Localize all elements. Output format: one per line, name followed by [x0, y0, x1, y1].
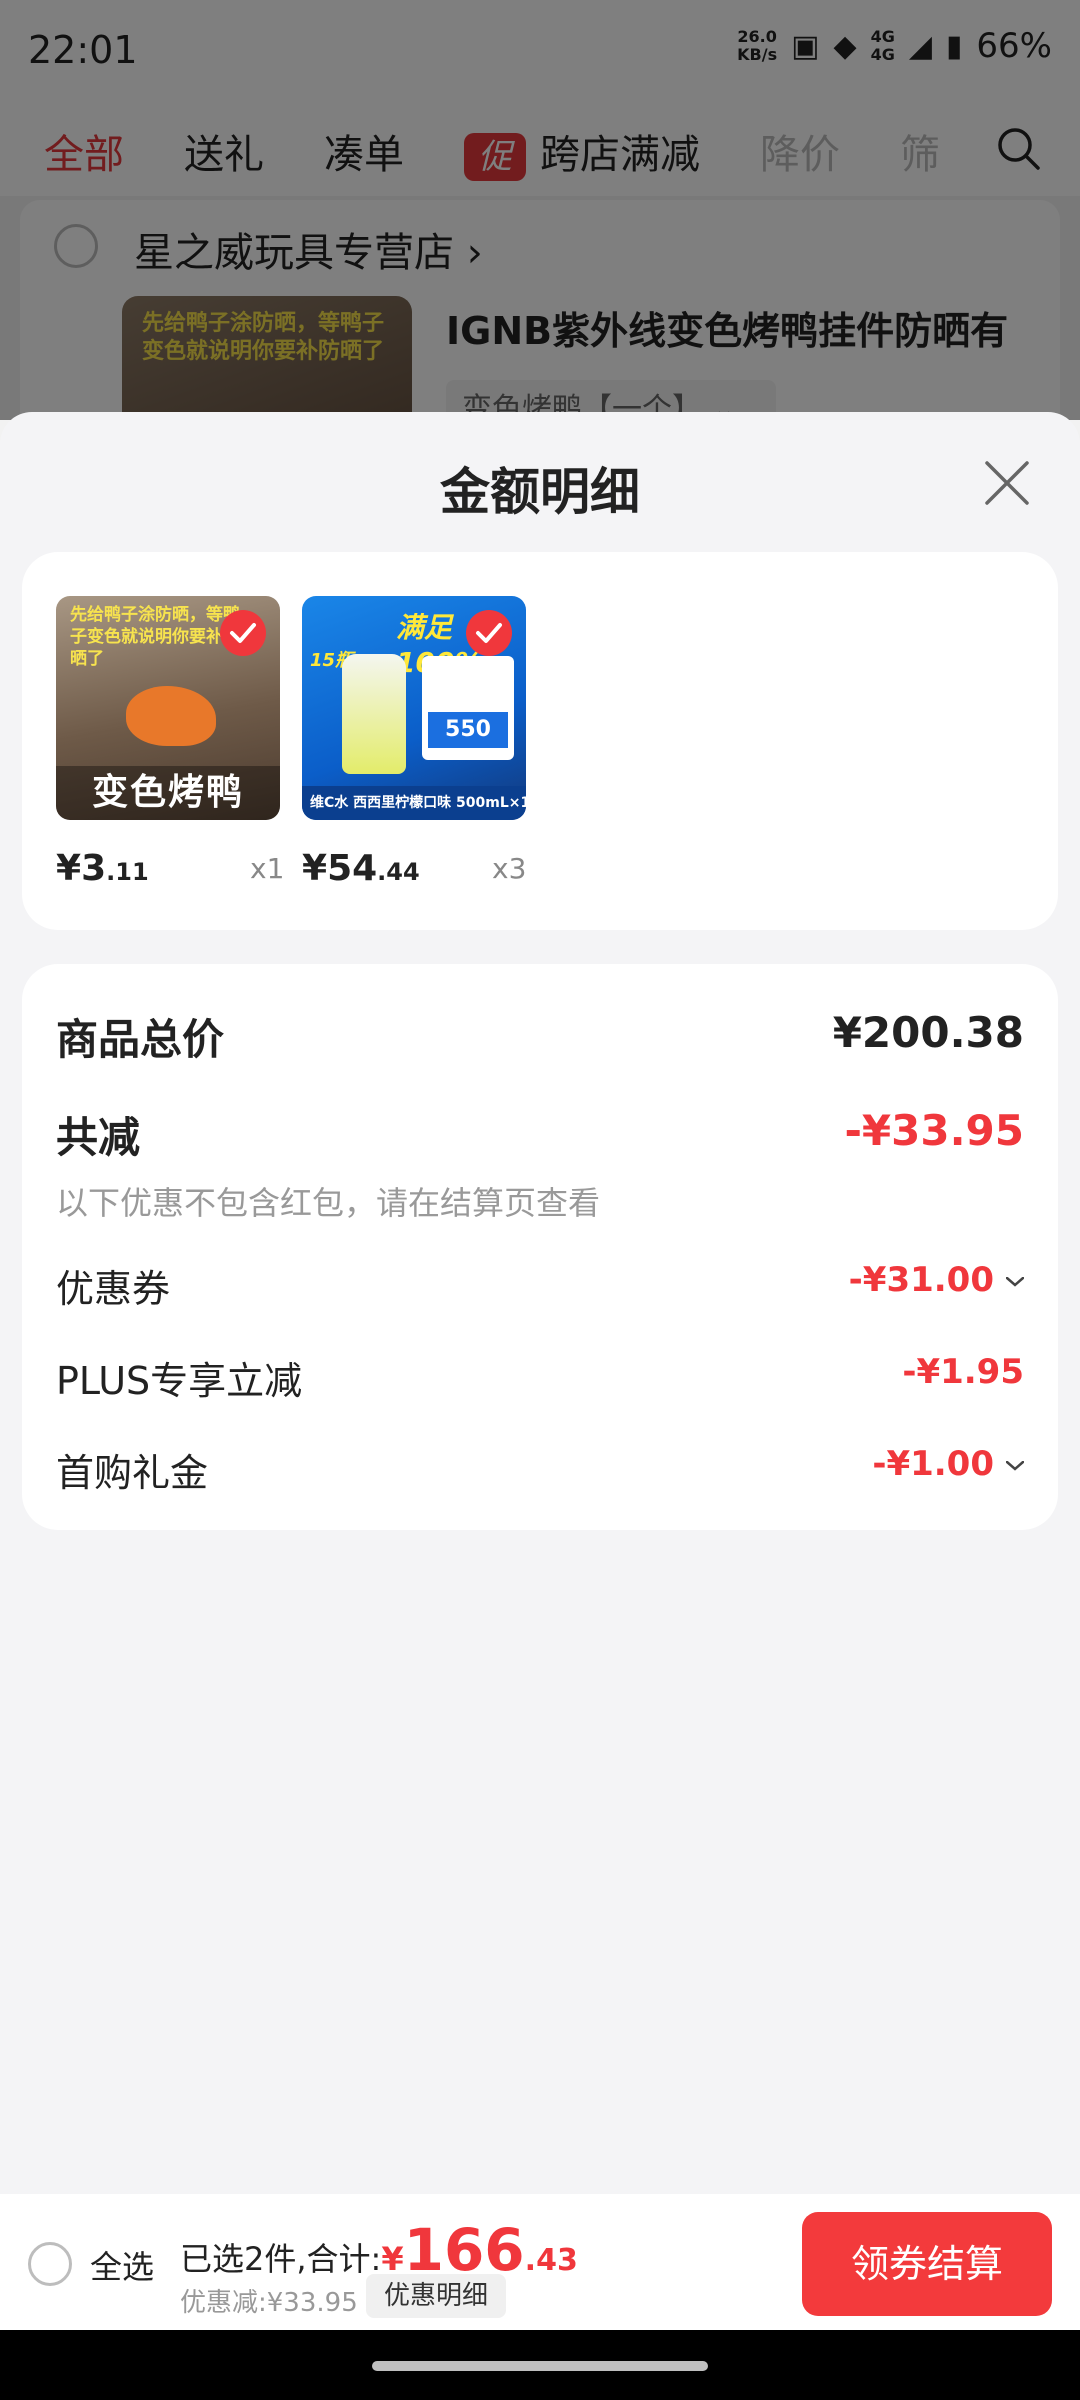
amount-detail-sheet: 金额明细 先给鸭子涂防晒，等鸭子变色就说明你要补防晒了 变色烤鸭 ¥3.11 x…	[0, 412, 1080, 2194]
item-image-label: 维C水 西西里柠檬口味 500mL×15瓶	[302, 786, 526, 820]
checkout-button[interactable]: 领券结算	[802, 2212, 1052, 2316]
item-quantity: x3	[492, 852, 527, 885]
total-reduction-label: 共减	[56, 1113, 141, 1162]
item-thumbnail-vitamin-water[interactable]: 满足100% 15瓶 550 维C水 西西里柠檬口味 500mL×15瓶	[302, 596, 526, 820]
item-thumbnail-duck[interactable]: 先给鸭子涂防晒，等鸭子变色就说明你要补防晒了 变色烤鸭	[56, 596, 280, 820]
chevron-down-icon	[1006, 1276, 1024, 1287]
coupon-value: -¥31.00	[848, 1260, 994, 1300]
first-purchase-row[interactable]: -¥1.00	[872, 1444, 1024, 1484]
discount-summary: 优惠减:¥33.95	[180, 2288, 358, 2318]
discount-note: 以下优惠不包含红包，请在结算页查看	[56, 1184, 601, 1222]
coupon-row[interactable]: -¥31.00	[849, 1260, 1024, 1300]
first-purchase-value: -¥1.00	[872, 1444, 994, 1484]
home-indicator[interactable]	[372, 2361, 708, 2371]
chevron-down-icon	[1006, 1460, 1024, 1471]
item-quantity: x1	[250, 852, 285, 885]
bottle-figure	[342, 654, 406, 774]
total-price-value: ¥200.38	[832, 1008, 1024, 1057]
coupon-label: 优惠券	[56, 1267, 171, 1311]
check-icon	[466, 610, 512, 656]
item-price: ¥54.44	[302, 848, 420, 889]
total-price-label: 商品总价	[56, 1015, 225, 1064]
selected-items-card: 先给鸭子涂防晒，等鸭子变色就说明你要补防晒了 变色烤鸭 ¥3.11 x1 满足1…	[22, 552, 1058, 930]
sheet-title: 金额明细	[440, 463, 640, 521]
item-image-label: 变色烤鸭	[56, 766, 280, 820]
dim-overlay[interactable]	[0, 0, 1080, 420]
amount-breakdown-card: 商品总价 ¥200.38 共减 -¥33.95 以下优惠不包含红包，请在结算页查…	[22, 964, 1058, 1530]
plus-discount-value: -¥1.95	[902, 1352, 1024, 1392]
select-all-radio[interactable]	[28, 2242, 72, 2286]
system-nav-bar	[0, 2330, 1080, 2400]
discount-detail-button[interactable]: 优惠明细	[366, 2274, 507, 2318]
item-price: ¥3.11	[56, 848, 149, 889]
checkout-bar: 全选 已选2件,合计:¥166.43 优惠减:¥33.95 优惠明细 领券结算	[0, 2194, 1080, 2330]
check-icon	[220, 610, 266, 656]
close-icon[interactable]	[982, 458, 1032, 508]
duck-figure	[126, 686, 216, 746]
plus-discount-label: PLUS专享立减	[56, 1359, 303, 1403]
total-reduction-value: -¥33.95	[844, 1106, 1024, 1155]
select-all-label[interactable]: 全选	[90, 2242, 154, 2288]
first-purchase-label: 首购礼金	[56, 1451, 209, 1495]
